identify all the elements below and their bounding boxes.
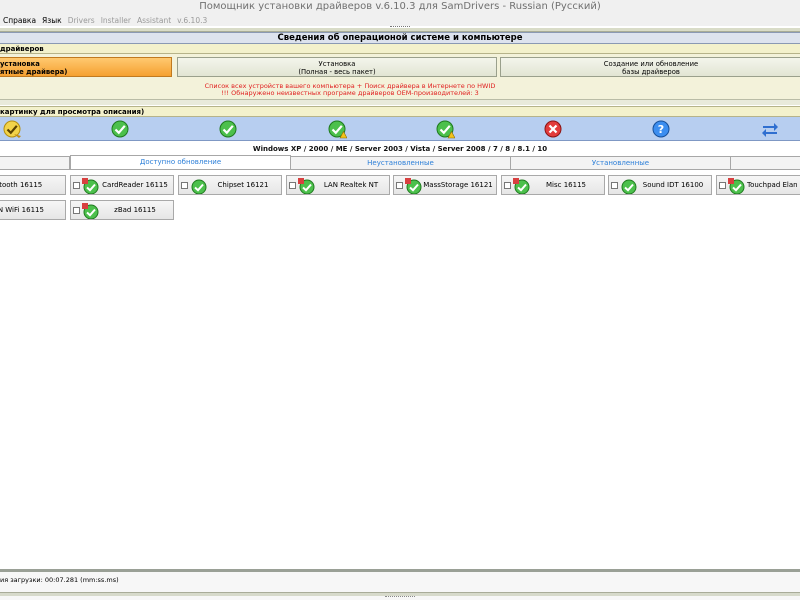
driver-checkbox[interactable] [396, 182, 403, 189]
mode-button-line1: установка [0, 60, 40, 68]
status-icon-toolbar: ? [0, 117, 800, 141]
mode-button-line2: базы драйверов [622, 68, 680, 76]
driver-label: LAN Realtek NT [323, 181, 379, 189]
driver-checkbox[interactable] [289, 182, 296, 189]
menu-installer: Installer [100, 15, 131, 25]
unknown-drivers-notice: !!! Обнаружено неизвестных програме драй… [221, 89, 479, 97]
mode-button-line2: ятные драйвера) [0, 68, 68, 76]
driver-item[interactable]: MassStorage 16121 [393, 175, 497, 195]
check-warning-icon[interactable] [327, 119, 347, 139]
icon-legend-header[interactable]: картинку для просмотра описания) [0, 106, 800, 117]
tab-updates-available[interactable]: Доступно обновление [70, 155, 291, 169]
drivers-section-header[interactable]: драйверов [0, 44, 800, 54]
driver-item[interactable]: Bluetooth 16115 [0, 175, 66, 195]
driver-item[interactable]: Touchpad Elan 1 [716, 175, 800, 195]
driver-item[interactable]: Misc 16115 [501, 175, 605, 195]
window-title: Помощник установки драйверов v.6.10.3 дл… [0, 0, 800, 14]
driver-checkbox[interactable] [73, 182, 80, 189]
tab-left-partial[interactable] [0, 156, 70, 169]
check-yellow-icon[interactable] [2, 119, 22, 139]
driver-status-check-icon [619, 177, 637, 194]
mode-button-full-install[interactable]: Установка (Полная - весь пакет) [177, 57, 497, 77]
os-info-header[interactable]: Сведения об операционой системе и компью… [0, 32, 800, 44]
tab-not-installed[interactable]: Неустановленные [290, 156, 511, 169]
driver-tabs: Доступно обновление Неустановленные Уста… [0, 155, 800, 169]
mode-button-line1: Установка [318, 60, 356, 68]
driver-label: Sound IDT 16100 [642, 181, 704, 189]
driver-status-check-icon [81, 177, 99, 194]
driver-status-check-icon [512, 177, 530, 194]
driver-checkbox[interactable] [73, 207, 80, 214]
tab-right-partial[interactable] [730, 156, 800, 169]
menu-language[interactable]: Язык [39, 16, 65, 25]
driver-checkbox[interactable] [611, 182, 618, 189]
driver-status-check-icon [297, 177, 315, 194]
mode-button-create-database[interactable]: Создание или обновление базы драйверов [500, 57, 800, 77]
install-mode-panel: установка ятные драйвера) Установка (Пол… [0, 54, 800, 100]
driver-item[interactable]: Chipset 16121 [178, 175, 282, 195]
menu-drivers: Drivers [67, 15, 95, 25]
driver-label: WLAN WiFi 16115 [0, 206, 44, 214]
driver-item[interactable]: CardReader 16115 [70, 175, 174, 195]
mode-button-line1: Создание или обновление [603, 60, 699, 68]
check-warning-icon[interactable] [435, 119, 455, 139]
driver-item[interactable]: LAN Realtek NT [286, 175, 390, 195]
check-green-icon[interactable] [218, 119, 238, 139]
driver-label: zBad 16115 [114, 206, 156, 214]
driver-label: MassStorage 16121 [423, 181, 493, 189]
driver-status-check-icon [81, 202, 99, 219]
mode-button-selected-drivers[interactable]: установка ятные драйвера) [0, 57, 172, 77]
driver-status-check-icon [727, 177, 745, 194]
tab-divider [0, 169, 800, 170]
driver-status-check-icon [404, 177, 422, 194]
supported-os-list: Windows XP / 2000 / ME / Server 2003 / V… [252, 145, 548, 153]
menu-version: v.6.10.3 [177, 15, 208, 25]
driver-label: Bluetooth 16115 [0, 181, 43, 189]
panel-divider [0, 99, 800, 105]
driver-label: Misc 16115 [546, 181, 586, 189]
driver-label: CardReader 16115 [102, 181, 168, 189]
menu-bar: Справка Язык Drivers Installer Assistant… [0, 14, 800, 26]
driver-label: Touchpad Elan 1 [747, 181, 800, 189]
driver-item[interactable]: Sound IDT 16100 [608, 175, 712, 195]
error-red-icon[interactable] [543, 119, 563, 139]
refresh-arrows-icon[interactable] [760, 119, 780, 139]
tab-installed[interactable]: Установленные [510, 156, 731, 169]
bottom-splitter-grip[interactable] [385, 596, 415, 599]
driver-checkbox[interactable] [181, 182, 188, 189]
driver-item[interactable]: zBad 16115 [70, 200, 174, 220]
driver-checkbox[interactable] [504, 182, 511, 189]
check-green-icon[interactable] [110, 119, 130, 139]
driver-label: Chipset 16121 [217, 181, 269, 189]
load-time-status: ия загрузки: 00:07.281 (mm:ss.ms) [0, 576, 119, 584]
driver-status-check-icon [189, 177, 207, 194]
driver-checkbox[interactable] [719, 182, 726, 189]
menu-help[interactable]: Справка [0, 16, 39, 25]
driver-item[interactable]: WLAN WiFi 16115 [0, 200, 66, 220]
help-blue-icon[interactable]: ? [651, 119, 671, 139]
mode-button-line2: (Полная - весь пакет) [298, 68, 376, 76]
menu-assistant: Assistant [136, 15, 172, 25]
svg-text:?: ? [658, 123, 664, 136]
